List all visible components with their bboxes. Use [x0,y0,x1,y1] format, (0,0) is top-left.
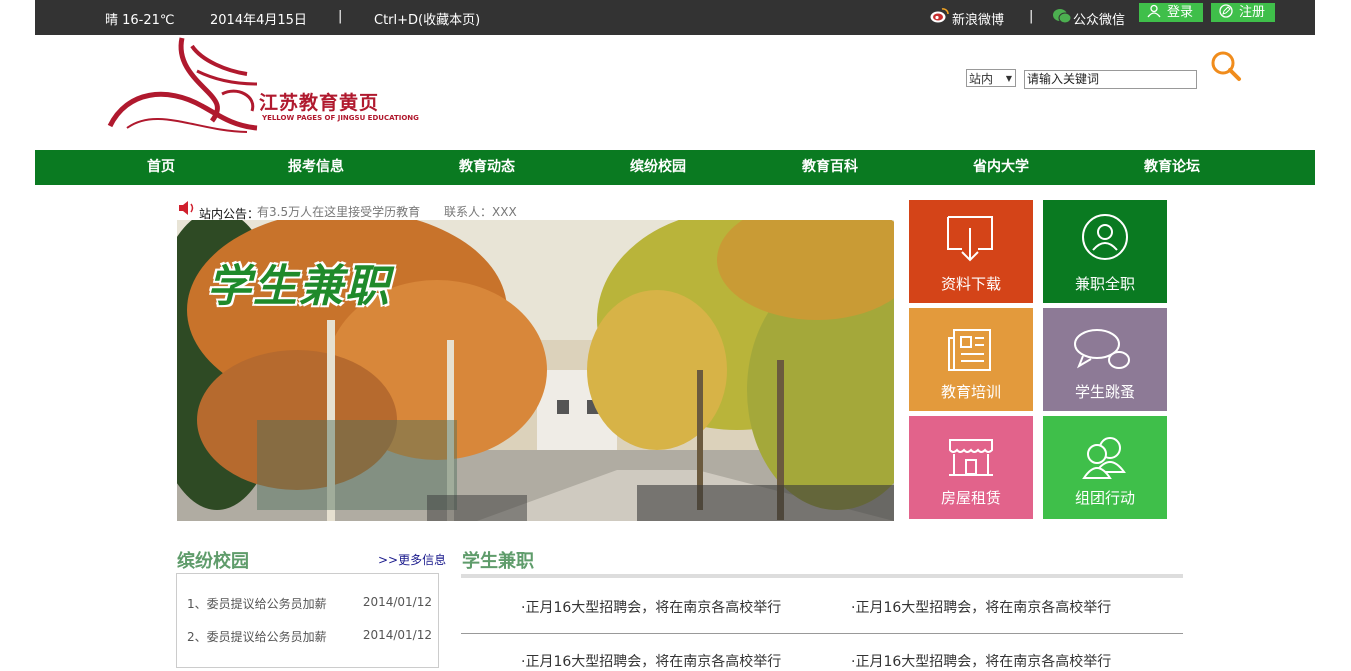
download-icon [947,216,993,262]
weather-text: 晴 16-21℃ [105,13,175,28]
job-link[interactable]: ·正月16大型招聘会，将在南京各高校举行 [851,651,1111,671]
top-bar: 晴 16-21℃ 2014年4月15日 | Ctrl+D(收藏本页) 新浪微博 … [35,0,1315,35]
nav-exam-info[interactable]: 报考信息 [256,150,376,185]
notice-text[interactable]: 有3.5万人在这里接受学历教育 [257,203,420,220]
list-item[interactable]: 1、委员提议给公务员加薪 2014/01/12 [187,595,432,612]
tile-downloads[interactable]: 资料下载 [909,200,1033,303]
list-item-title: 1、委员提议给公务员加薪 [187,597,327,611]
tile-label: 组团行动 [1074,489,1135,507]
section-divider [461,574,1183,578]
group-icon [1082,437,1126,479]
user-icon [1082,214,1128,260]
search-scope-select[interactable]: 站内 ▼ [966,69,1016,87]
date-text: 2014年4月15日 [210,13,307,28]
tile-group-activity[interactable]: 组团行动 [1043,416,1167,519]
more-info-link[interactable]: >>更多信息 [378,551,446,568]
newspaper-icon [948,329,991,371]
nav-encyclopedia[interactable]: 教育百科 [770,150,890,185]
register-button[interactable]: 注册 [1211,3,1275,22]
search-input[interactable]: 请输入关键词 [1024,70,1197,89]
list-item-date: 2014/01/12 [362,628,432,642]
search-icon[interactable] [1210,50,1242,82]
bookmark-link[interactable]: Ctrl+D(收藏本页) [374,9,480,28]
jobs-section-title: 学生兼职 [462,551,534,572]
tile-jobs[interactable]: 兼职全职 [1043,200,1167,303]
wechat-icon[interactable] [1052,8,1072,24]
main-nav: 首页 报考信息 教育动态 缤纷校园 教育百科 省内大学 教育论坛 [35,150,1315,185]
tile-flea-market[interactable]: 学生跳蚤 [1043,308,1167,411]
wechat-link[interactable]: 公众微信 [1073,9,1125,28]
notice-contact: 联系人：XXX [444,205,517,219]
job-link[interactable]: ·正月16大型招聘会，将在南京各高校举行 [521,651,781,671]
shop-icon [949,439,993,476]
nav-forum[interactable]: 教育论坛 [1112,150,1232,185]
logo-name: 江苏教育黄页 [259,92,380,114]
nav-universities[interactable]: 省内大学 [941,150,1061,185]
register-label: 注册 [1239,5,1266,20]
nav-edu-news[interactable]: 教育动态 [427,150,547,185]
speaker-icon [179,201,194,215]
divider: | [1029,9,1034,24]
nav-campus[interactable]: 缤纷校园 [598,150,718,185]
search-scope-value: 站内 [969,72,994,86]
site-logo[interactable]: 江苏教育黄页 YELLOW PAGES OF JINGSU EDUCATIONG [107,36,419,136]
tile-label: 教育培训 [940,383,1001,401]
job-link[interactable]: ·正月16大型招聘会，将在南京各高校举行 [521,597,781,617]
logo-subtitle: YELLOW PAGES OF JINGSU EDUCATIONG [262,114,419,122]
tile-housing[interactable]: 房屋租赁 [909,416,1033,519]
login-label: 登录 [1167,5,1194,20]
tile-label: 兼职全职 [1074,275,1135,293]
divider: | [338,9,343,24]
user-icon [1147,4,1161,18]
campus-section-title: 缤纷校园 [177,551,249,572]
dropdown-arrow-icon: ▼ [1005,74,1012,83]
campus-list: 1、委员提议给公务员加薪 2014/01/12 2、委员提议给公务员加薪 201… [176,573,439,668]
tile-label: 资料下载 [940,275,1001,293]
banner-image[interactable]: 学生兼职 [177,220,894,521]
nav-home[interactable]: 首页 [101,150,221,185]
banner-title: 学生兼职 [207,261,391,312]
notice-bar: 站内公告： 有3.5万人在这里接受学历教育 联系人：XXX [177,200,894,221]
login-button[interactable]: 登录 [1139,3,1203,22]
weibo-link[interactable]: 新浪微博 [952,9,1004,28]
tile-label: 房屋租赁 [940,489,1001,507]
row-divider [461,633,1183,634]
tile-training[interactable]: 教育培训 [909,308,1033,411]
list-item-date: 2014/01/12 [362,595,432,609]
edit-icon [1219,4,1233,18]
list-item-title: 2、委员提议给公务员加薪 [187,630,327,644]
list-item[interactable]: 2、委员提议给公务员加薪 2014/01/12 [187,628,432,645]
weibo-icon[interactable] [930,6,950,23]
chat-icon [1074,329,1130,369]
tile-label: 学生跳蚤 [1074,383,1135,401]
job-link[interactable]: ·正月16大型招聘会，将在南京各高校举行 [851,597,1111,617]
